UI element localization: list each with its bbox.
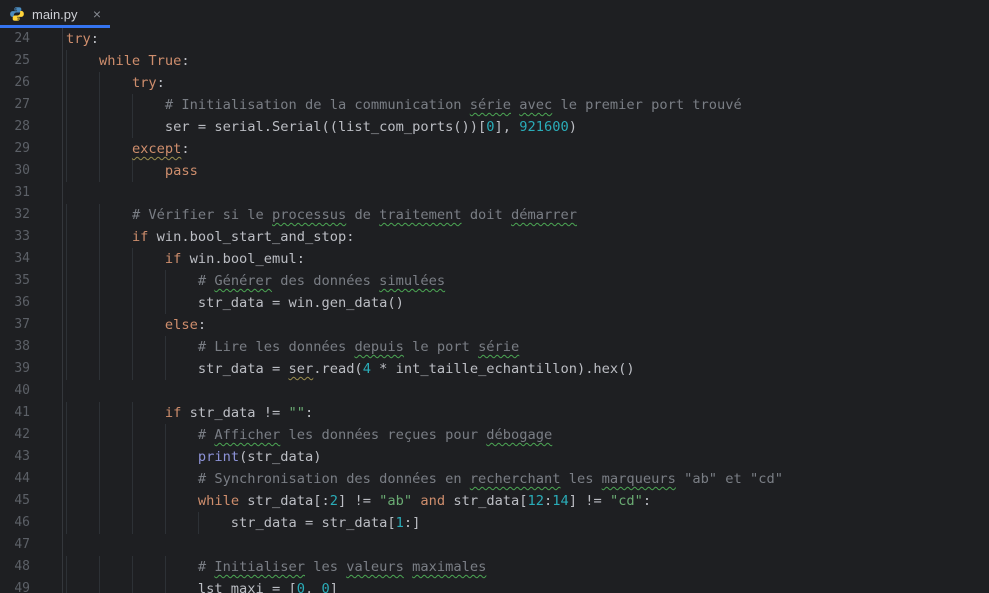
line-number[interactable]: 35 (0, 270, 30, 292)
code-text: # Initialiser les valeurs maximales (66, 556, 486, 578)
line-number[interactable]: 34 (0, 248, 30, 270)
line-number[interactable]: 44 (0, 468, 30, 490)
code-line: 41 if str_data != "": (0, 402, 989, 424)
code-text: if str_data != "": (66, 402, 313, 424)
code-text: try: (66, 28, 99, 50)
code-text: while True: (66, 50, 190, 72)
code-text: if win.bool_start_and_stop: (66, 226, 354, 248)
code-line: 43 print(str_data) (0, 446, 989, 468)
code-line: 45 while str_data[:2] != "ab" and str_da… (0, 490, 989, 512)
code-line: 26 try: (0, 72, 989, 94)
editor-tab-bar: main.py × (0, 0, 989, 28)
line-number[interactable]: 49 (0, 578, 30, 593)
line-number[interactable]: 33 (0, 226, 30, 248)
code-line: 32 # Vérifier si le processus de traitem… (0, 204, 989, 226)
code-line: 39 str_data = ser.read(4 * int_taille_ec… (0, 358, 989, 380)
code-text: if win.bool_emul: (66, 248, 305, 270)
code-line: 38 # Lire les données depuis le port sér… (0, 336, 989, 358)
code-line: 33 if win.bool_start_and_stop: (0, 226, 989, 248)
line-number[interactable]: 45 (0, 490, 30, 512)
code-line: 29 except: (0, 138, 989, 160)
line-number[interactable]: 37 (0, 314, 30, 336)
ide-window: main.py × 24try:25 while True:26 try:27 … (0, 0, 989, 593)
code-text: pass (66, 160, 198, 182)
line-number[interactable]: 39 (0, 358, 30, 380)
code-line: 27 # Initialisation de la communication … (0, 94, 989, 116)
code-text: else: (66, 314, 206, 336)
line-number[interactable]: 26 (0, 72, 30, 94)
code-line: 28 ser = serial.Serial((list_com_ports()… (0, 116, 989, 138)
code-text: str_data = str_data[1:] (66, 512, 420, 534)
code-line: 42 # Afficher les données reçues pour dé… (0, 424, 989, 446)
code-text: lst_maxi = [0, 0] (66, 578, 338, 593)
line-number[interactable]: 24 (0, 28, 30, 50)
tab-title: main.py (32, 7, 78, 22)
code-text: # Synchronisation des données en recherc… (66, 468, 783, 490)
code-line: 49 lst_maxi = [0, 0] (0, 578, 989, 593)
code-line: 36 str_data = win.gen_data() (0, 292, 989, 314)
line-number[interactable]: 38 (0, 336, 30, 358)
line-number[interactable]: 25 (0, 50, 30, 72)
code-line: 31 (0, 182, 989, 204)
code-text: ser = serial.Serial((list_com_ports())[0… (66, 116, 577, 138)
code-text: except: (66, 138, 190, 160)
code-text: # Initialisation de la communication sér… (66, 94, 742, 116)
line-number[interactable]: 29 (0, 138, 30, 160)
code-line: 46 str_data = str_data[1:] (0, 512, 989, 534)
code-text: str_data = win.gen_data() (66, 292, 404, 314)
code-text: try: (66, 72, 165, 94)
code-line: 25 while True: (0, 50, 989, 72)
line-number[interactable]: 46 (0, 512, 30, 534)
code-editor[interactable]: 24try:25 while True:26 try:27 # Initiali… (0, 28, 989, 593)
line-number[interactable]: 32 (0, 204, 30, 226)
code-line: 34 if win.bool_emul: (0, 248, 989, 270)
line-number[interactable]: 41 (0, 402, 30, 424)
code-text: print(str_data) (66, 446, 321, 468)
line-number[interactable]: 28 (0, 116, 30, 138)
tab-main-py[interactable]: main.py × (0, 0, 110, 28)
code-line: 40 (0, 380, 989, 402)
line-number[interactable]: 30 (0, 160, 30, 182)
code-text: # Lire les données depuis le port série (66, 336, 519, 358)
code-text: # Générer des données simulées (66, 270, 445, 292)
line-number[interactable]: 40 (0, 380, 30, 402)
code-text: # Vérifier si le processus de traitement… (66, 204, 577, 226)
code-text: while str_data[:2] != "ab" and str_data[… (66, 490, 651, 512)
code-text: # Afficher les données reçues pour débog… (66, 424, 552, 446)
code-text: str_data = ser.read(4 * int_taille_echan… (66, 358, 635, 380)
code-line: 44 # Synchronisation des données en rech… (0, 468, 989, 490)
line-number[interactable]: 31 (0, 182, 30, 204)
python-file-icon (9, 6, 25, 22)
line-number[interactable]: 36 (0, 292, 30, 314)
code-line: 35 # Générer des données simulées (0, 270, 989, 292)
code-line: 37 else: (0, 314, 989, 336)
line-number[interactable]: 42 (0, 424, 30, 446)
code-line: 47 (0, 534, 989, 556)
code-line: 24 try: (0, 28, 989, 50)
code-line: 30 pass (0, 160, 989, 182)
line-number[interactable]: 48 (0, 556, 30, 578)
line-number[interactable]: 43 (0, 446, 30, 468)
close-icon[interactable]: × (93, 7, 101, 21)
line-number[interactable]: 47 (0, 534, 30, 556)
code-line: 48 # Initialiser les valeurs maximales (0, 556, 989, 578)
line-number[interactable]: 27 (0, 94, 30, 116)
